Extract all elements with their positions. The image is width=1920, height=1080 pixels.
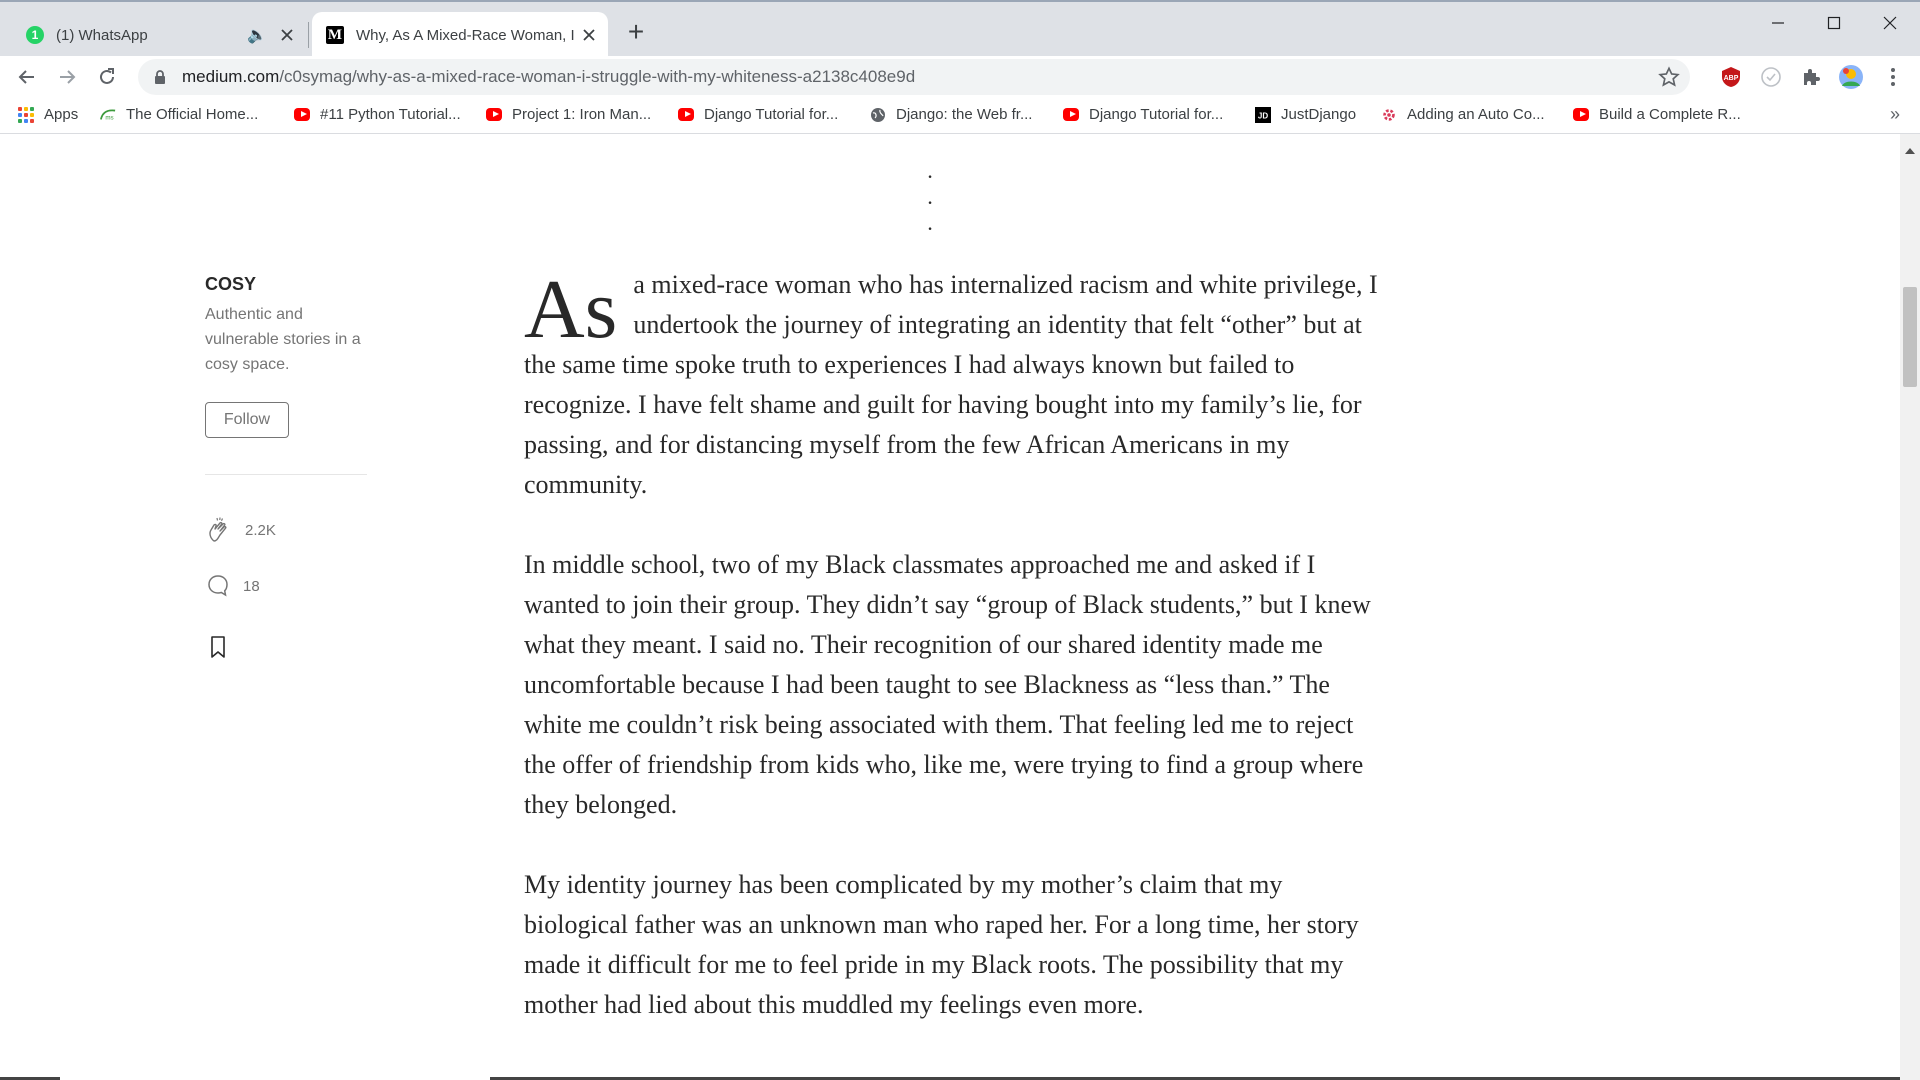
bookmark-story-button[interactable] bbox=[205, 634, 243, 660]
bookmark-icon bbox=[211, 636, 225, 658]
youtube-icon bbox=[678, 107, 694, 123]
bookmark-django-tutorial-1[interactable]: Django Tutorial for... bbox=[678, 106, 838, 123]
star-icon[interactable] bbox=[1658, 66, 1680, 88]
clap-count: 2.2K bbox=[245, 521, 276, 539]
site-logo-icon: ms bbox=[100, 107, 116, 123]
bookmark-build-complete[interactable]: Build a Complete R... bbox=[1573, 106, 1741, 123]
bookmark-iron-man[interactable]: Project 1: Iron Man... bbox=[486, 106, 651, 123]
adblock-icon[interactable]: ABP bbox=[1718, 64, 1744, 90]
clap-button[interactable]: 2.2K bbox=[205, 516, 276, 544]
new-tab-button[interactable]: + bbox=[622, 18, 650, 46]
clap-icon bbox=[209, 517, 227, 542]
maximize-button[interactable] bbox=[1814, 8, 1854, 38]
close-tab-icon[interactable] bbox=[276, 24, 298, 46]
bookmark-auto-complete[interactable]: Adding an Auto Co... bbox=[1381, 106, 1545, 123]
bookmark-django-tutorial-2[interactable]: Django Tutorial for... bbox=[1063, 106, 1223, 123]
sync-icon[interactable] bbox=[1758, 64, 1784, 90]
follow-button[interactable]: Follow bbox=[205, 402, 289, 438]
minimize-button[interactable] bbox=[1758, 8, 1798, 38]
youtube-icon bbox=[1063, 107, 1079, 123]
scroll-up-arrow[interactable] bbox=[1905, 148, 1915, 154]
bookmark-apps[interactable]: Apps bbox=[18, 106, 78, 123]
medium-icon: M bbox=[326, 26, 344, 44]
bookmark-justdjango[interactable]: JD JustDjango bbox=[1255, 106, 1356, 123]
browser-toolbar: medium.com/c0symag/why-as-a-mixed-race-w… bbox=[0, 56, 1920, 98]
svg-text:ABP: ABP bbox=[1724, 75, 1739, 82]
url-text: medium.com/c0symag/why-as-a-mixed-race-w… bbox=[182, 67, 916, 86]
bookmark-django-web[interactable]: Django: the Web fr... bbox=[870, 106, 1032, 123]
lock-icon[interactable] bbox=[152, 69, 168, 85]
back-icon[interactable] bbox=[14, 64, 40, 90]
globe-icon bbox=[870, 107, 886, 123]
comment-icon bbox=[208, 575, 228, 597]
forward-icon[interactable] bbox=[54, 64, 80, 90]
tab-title: (1) WhatsApp bbox=[56, 26, 148, 44]
scrollbar-thumb[interactable] bbox=[1903, 287, 1917, 387]
whatsapp-icon: 1 bbox=[26, 26, 44, 44]
responses-button[interactable]: 18 bbox=[205, 573, 260, 599]
article-paragraph: My identity journey has been complicated… bbox=[524, 870, 1359, 1019]
bookmark-official-home[interactable]: ms The Official Home... bbox=[100, 106, 258, 123]
section-separator: · · · bbox=[926, 164, 954, 241]
more-menu-icon[interactable] bbox=[1880, 64, 1906, 90]
bookmarks-bar: Apps ms The Official Home... #11 Python … bbox=[0, 98, 1920, 134]
page-scrollbar[interactable] bbox=[1900, 134, 1920, 1080]
article-paragraph: In middle school, two of my Black classm… bbox=[524, 550, 1371, 819]
tab-medium-article[interactable]: M Why, As A Mixed-Race Woman, I bbox=[312, 12, 608, 58]
speaker-icon[interactable]: 🔈 bbox=[246, 24, 268, 46]
apps-grid-icon bbox=[18, 106, 34, 123]
tab-strip: 1 (1) WhatsApp 🔈 M Why, As A Mixed-Race … bbox=[0, 0, 1920, 58]
drop-cap: As bbox=[524, 263, 618, 356]
extensions-icon[interactable] bbox=[1798, 64, 1824, 90]
close-window-button[interactable] bbox=[1870, 8, 1910, 38]
youtube-icon bbox=[294, 107, 310, 123]
article-paragraph: As a mixed-race woman who has internaliz… bbox=[524, 263, 1378, 500]
youtube-icon bbox=[1573, 107, 1589, 123]
publication-description: Authentic and vulnerable stories in a co… bbox=[205, 306, 361, 373]
tab-separator bbox=[308, 22, 309, 48]
tab-whatsapp[interactable]: 1 (1) WhatsApp 🔈 bbox=[10, 12, 306, 58]
svg-text:JD: JD bbox=[1258, 111, 1268, 120]
justdjango-icon: JD bbox=[1255, 106, 1271, 123]
svg-text:ms: ms bbox=[105, 114, 113, 121]
tab-title: Why, As A Mixed-Race Woman, I bbox=[356, 26, 575, 44]
close-tab-icon[interactable] bbox=[578, 24, 600, 46]
response-count: 18 bbox=[243, 577, 260, 595]
youtube-icon bbox=[486, 107, 502, 123]
bookmark-python-tutorial[interactable]: #11 Python Tutorial... bbox=[294, 106, 461, 123]
sidebar-divider bbox=[205, 474, 367, 475]
address-bar[interactable]: medium.com/c0symag/why-as-a-mixed-race-w… bbox=[138, 59, 1690, 95]
gear-icon bbox=[1381, 107, 1397, 123]
article-body: As a mixed-race woman who has internaliz… bbox=[524, 265, 1384, 1065]
profile-avatar[interactable] bbox=[1838, 64, 1864, 90]
reload-icon[interactable] bbox=[94, 64, 120, 90]
bookmarks-overflow-button[interactable]: » bbox=[1890, 104, 1900, 125]
publication-name[interactable]: COSY bbox=[205, 274, 256, 295]
